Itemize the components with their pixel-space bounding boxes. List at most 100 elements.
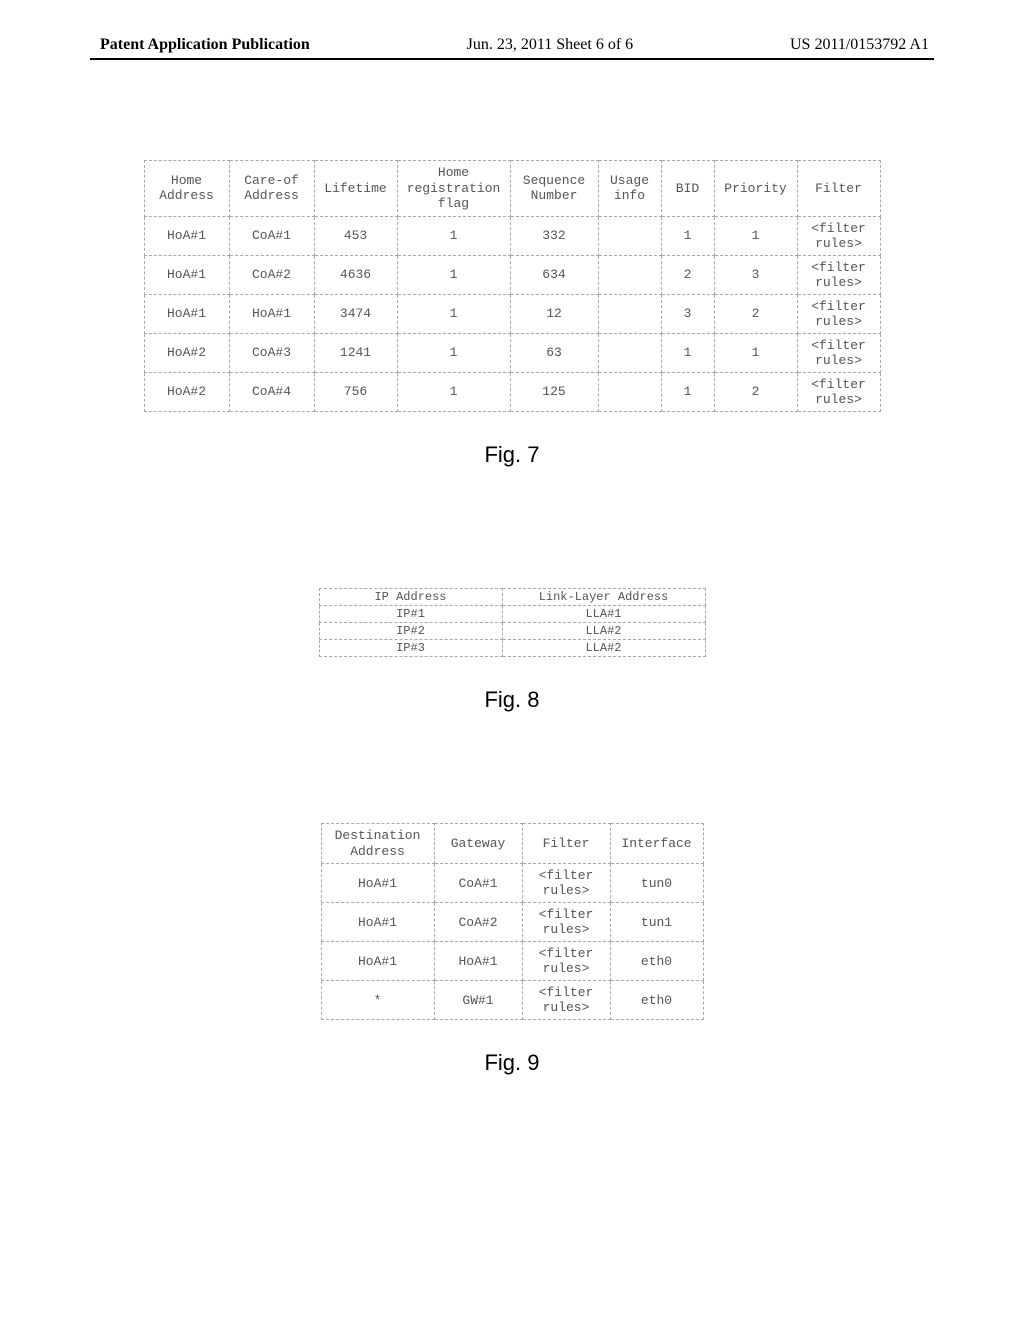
table-row: IP#1 LLA#1 bbox=[319, 606, 705, 623]
cell: CoA#3 bbox=[229, 333, 314, 372]
table-row: HoA#1 CoA#2 <filter rules> tun1 bbox=[321, 903, 703, 942]
cell: HoA#1 bbox=[144, 294, 229, 333]
cell: 1 bbox=[661, 372, 714, 411]
cell: LLA#2 bbox=[502, 640, 705, 657]
cell: HoA#1 bbox=[321, 903, 434, 942]
col-home-reg-flag: Home registration flag bbox=[397, 161, 510, 217]
cell: 2 bbox=[661, 255, 714, 294]
col-destination-address: Destination Address bbox=[321, 824, 434, 864]
col-usage-info: Usage info bbox=[598, 161, 661, 217]
cell: <filter rules> bbox=[522, 981, 610, 1020]
cell: eth0 bbox=[610, 981, 703, 1020]
cell: 3 bbox=[661, 294, 714, 333]
cell: HoA#1 bbox=[144, 255, 229, 294]
header-center: Jun. 23, 2011 Sheet 6 of 6 bbox=[467, 36, 634, 54]
table-row: HoA#2 CoA#4 756 1 125 1 2 <filter rules> bbox=[144, 372, 880, 411]
cell: IP#2 bbox=[319, 623, 502, 640]
table-row: HoA#1 CoA#1 453 1 332 1 1 <filter rules> bbox=[144, 216, 880, 255]
table-row: HoA#1 HoA#1 <filter rules> eth0 bbox=[321, 942, 703, 981]
page-content: Home Address Care-of Address Lifetime Ho… bbox=[0, 160, 1024, 1076]
cell: <filter rules> bbox=[797, 255, 880, 294]
cell: HoA#1 bbox=[321, 864, 434, 903]
cell: IP#3 bbox=[319, 640, 502, 657]
routing-table: Destination Address Gateway Filter Inter… bbox=[321, 823, 704, 1020]
cell: HoA#2 bbox=[144, 333, 229, 372]
cell: <filter rules> bbox=[522, 864, 610, 903]
cell: CoA#4 bbox=[229, 372, 314, 411]
cell: 4636 bbox=[314, 255, 397, 294]
col-priority: Priority bbox=[714, 161, 797, 217]
cell: 1 bbox=[661, 216, 714, 255]
col-home-address: Home Address bbox=[144, 161, 229, 217]
cell: 3474 bbox=[314, 294, 397, 333]
cell: 453 bbox=[314, 216, 397, 255]
cell: CoA#2 bbox=[434, 903, 522, 942]
cell: 125 bbox=[510, 372, 598, 411]
cell: 1 bbox=[397, 216, 510, 255]
cell: 63 bbox=[510, 333, 598, 372]
figure-7: Home Address Care-of Address Lifetime Ho… bbox=[90, 160, 934, 468]
cell: 1241 bbox=[314, 333, 397, 372]
col-gateway: Gateway bbox=[434, 824, 522, 864]
cell: <filter rules> bbox=[797, 372, 880, 411]
col-care-of-address: Care-of Address bbox=[229, 161, 314, 217]
cell bbox=[598, 372, 661, 411]
cell: HoA#2 bbox=[144, 372, 229, 411]
cell: GW#1 bbox=[434, 981, 522, 1020]
cell: 756 bbox=[314, 372, 397, 411]
cell: CoA#1 bbox=[434, 864, 522, 903]
header-right: US 2011/0153792 A1 bbox=[790, 36, 929, 54]
figure-8-caption: Fig. 8 bbox=[90, 687, 934, 713]
cell bbox=[598, 255, 661, 294]
cell: <filter rules> bbox=[522, 903, 610, 942]
cell: CoA#1 bbox=[229, 216, 314, 255]
binding-cache-table: Home Address Care-of Address Lifetime Ho… bbox=[144, 160, 881, 412]
col-interface: Interface bbox=[610, 824, 703, 864]
cell: HoA#1 bbox=[434, 942, 522, 981]
figure-7-caption: Fig. 7 bbox=[90, 442, 934, 468]
col-bid: BID bbox=[661, 161, 714, 217]
table-row: HoA#1 HoA#1 3474 1 12 3 2 <filter rules> bbox=[144, 294, 880, 333]
cell: tun1 bbox=[610, 903, 703, 942]
col-ip-address: IP Address bbox=[319, 588, 502, 605]
cell: <filter rules> bbox=[797, 333, 880, 372]
cell: eth0 bbox=[610, 942, 703, 981]
table-row: HoA#1 CoA#2 4636 1 634 2 3 <filter rules… bbox=[144, 255, 880, 294]
col-lifetime: Lifetime bbox=[314, 161, 397, 217]
col-filter: Filter bbox=[797, 161, 880, 217]
cell: 634 bbox=[510, 255, 598, 294]
cell: LLA#2 bbox=[502, 623, 705, 640]
col-link-layer-address: Link-Layer Address bbox=[502, 588, 705, 605]
table-row: IP#3 LLA#2 bbox=[319, 640, 705, 657]
cell: <filter rules> bbox=[797, 216, 880, 255]
col-filter: Filter bbox=[522, 824, 610, 864]
figure-9-caption: Fig. 9 bbox=[90, 1050, 934, 1076]
cell: 3 bbox=[714, 255, 797, 294]
cell: 1 bbox=[714, 333, 797, 372]
cell: <filter rules> bbox=[522, 942, 610, 981]
table-row: * GW#1 <filter rules> eth0 bbox=[321, 981, 703, 1020]
cell: 2 bbox=[714, 294, 797, 333]
table-row: IP#2 LLA#2 bbox=[319, 623, 705, 640]
cell: CoA#2 bbox=[229, 255, 314, 294]
cell: 1 bbox=[397, 333, 510, 372]
neighbor-cache-table: IP Address Link-Layer Address IP#1 LLA#1… bbox=[319, 588, 706, 657]
figure-9: Destination Address Gateway Filter Inter… bbox=[90, 823, 934, 1076]
cell bbox=[598, 216, 661, 255]
figure-8: IP Address Link-Layer Address IP#1 LLA#1… bbox=[90, 588, 934, 713]
cell: 2 bbox=[714, 372, 797, 411]
cell: 1 bbox=[714, 216, 797, 255]
header-rule bbox=[90, 58, 934, 60]
cell: HoA#1 bbox=[321, 942, 434, 981]
cell bbox=[598, 333, 661, 372]
cell: 1 bbox=[397, 255, 510, 294]
cell: 1 bbox=[397, 372, 510, 411]
cell: LLA#1 bbox=[502, 606, 705, 623]
cell: * bbox=[321, 981, 434, 1020]
table-row: HoA#2 CoA#3 1241 1 63 1 1 <filter rules> bbox=[144, 333, 880, 372]
cell: IP#1 bbox=[319, 606, 502, 623]
cell: HoA#1 bbox=[229, 294, 314, 333]
page-header: Patent Application Publication Jun. 23, … bbox=[0, 0, 1024, 58]
cell: HoA#1 bbox=[144, 216, 229, 255]
cell: 12 bbox=[510, 294, 598, 333]
